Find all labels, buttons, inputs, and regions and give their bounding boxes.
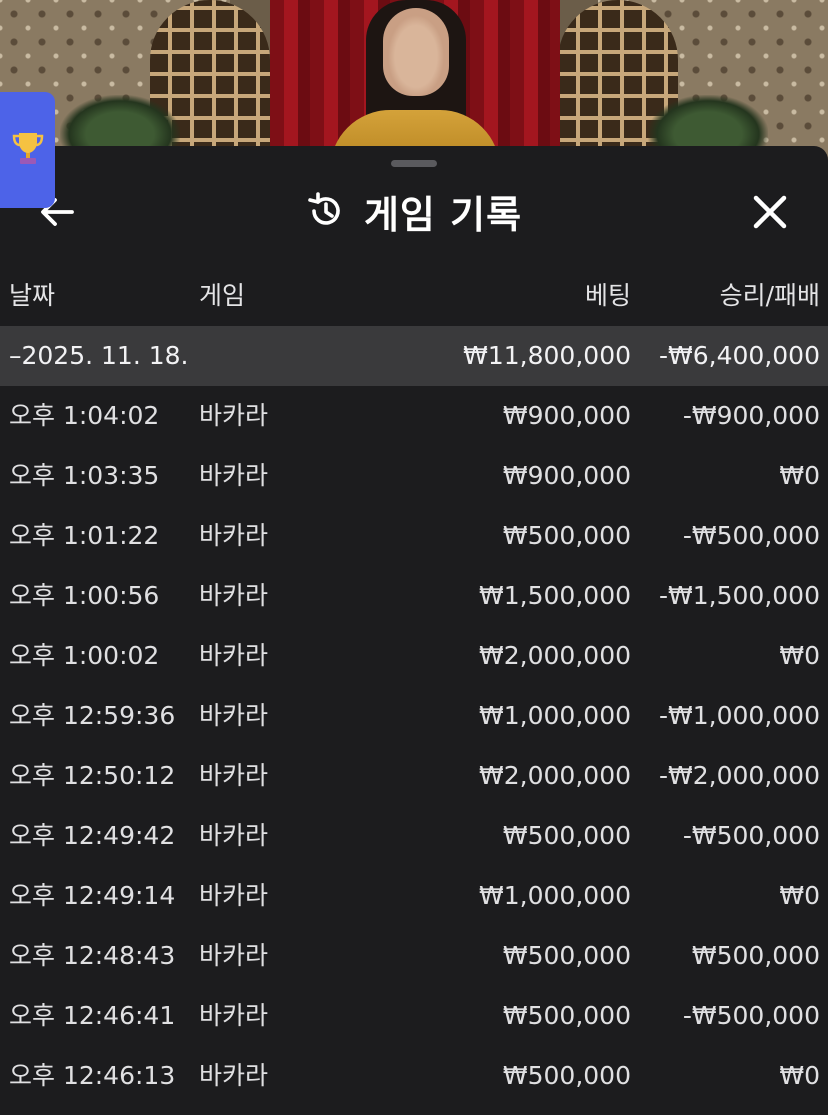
group-date: –2025. 11. 18.	[9, 341, 189, 370]
row-result: ₩0	[779, 881, 820, 910]
row-result: ₩0	[779, 641, 820, 670]
row-result: -₩500,000	[682, 1001, 820, 1030]
row-time: 오후 1:00:56	[9, 581, 160, 610]
table-row[interactable]: 오후 1:01:22 바카라 ₩500,000 -₩500,000	[0, 506, 828, 566]
row-bet: ₩2,000,000	[479, 641, 631, 670]
row-bet: ₩500,000	[502, 1061, 631, 1090]
row-time: 오후 12:49:14	[9, 881, 176, 910]
date-group-row[interactable]: –2025. 11. 18. ₩11,800,000 -₩6,400,000	[0, 326, 828, 386]
game-history-sheet: 게임 기록 날짜 게임 베팅 승리/패배 –2025. 11. 18. ₩11,…	[0, 146, 828, 1115]
row-game: 바카라	[199, 761, 269, 790]
sheet-header: 게임 기록	[0, 176, 828, 246]
row-result: -₩900,000	[682, 401, 820, 430]
row-bet: ₩1,500,000	[479, 581, 631, 610]
row-game: 바카라	[199, 461, 269, 490]
row-bet: ₩900,000	[502, 401, 631, 430]
trophy-button[interactable]	[0, 92, 55, 208]
row-game: 바카라	[199, 881, 269, 910]
row-game: 바카라	[199, 401, 269, 430]
sheet-grabber[interactable]	[391, 160, 437, 167]
column-header-date: 날짜	[9, 281, 56, 310]
table-row[interactable]: 오후 12:48:43 바카라 ₩500,000 ₩500,000	[0, 926, 828, 986]
table-row[interactable]: 오후 12:46:13 바카라 ₩500,000 ₩0	[0, 1046, 828, 1106]
group-result-total: -₩6,400,000	[659, 341, 820, 370]
column-header-bet: 베팅	[584, 281, 631, 310]
row-game: 바카라	[199, 941, 269, 970]
row-bet: ₩500,000	[502, 821, 631, 850]
row-game: 바카라	[199, 1001, 269, 1030]
row-result: -₩500,000	[682, 521, 820, 550]
live-video-feed	[0, 0, 828, 160]
row-result: ₩0	[779, 1061, 820, 1090]
table-row[interactable]: 오후 1:04:02 바카라 ₩900,000 -₩900,000	[0, 386, 828, 446]
page-title: 게임 기록	[363, 192, 523, 237]
row-time: 오후 12:50:12	[9, 761, 176, 790]
history-icon	[308, 192, 340, 225]
row-bet: ₩900,000	[502, 461, 631, 490]
row-time: 오후 12:49:42	[9, 821, 176, 850]
trophy-icon	[12, 133, 44, 164]
row-time: 오후 1:00:02	[9, 641, 160, 670]
row-time: 오후 1:03:35	[9, 461, 160, 490]
row-bet: ₩2,000,000	[479, 761, 631, 790]
table-row[interactable]: 오후 1:00:02 바카라 ₩2,000,000 ₩0	[0, 626, 828, 686]
table-row[interactable]: 오후 1:00:56 바카라 ₩1,500,000 -₩1,500,000	[0, 566, 828, 626]
row-game: 바카라	[199, 521, 269, 550]
row-bet: ₩500,000	[502, 1001, 631, 1030]
row-time: 오후 1:04:02	[9, 401, 160, 430]
row-result: -₩1,500,000	[659, 581, 820, 610]
row-bet: ₩500,000	[502, 941, 631, 970]
table-row[interactable]: 오후 12:46:41 바카라 ₩500,000 -₩500,000	[0, 986, 828, 1046]
group-bet-total: ₩11,800,000	[463, 341, 631, 370]
row-time: 오후 12:46:13	[9, 1061, 176, 1090]
row-time: 오후 12:59:36	[9, 701, 176, 730]
row-result: -₩2,000,000	[659, 761, 820, 790]
row-result: ₩0	[779, 461, 820, 490]
table-row[interactable]: 오후 12:50:12 바카라 ₩2,000,000 -₩2,000,000	[0, 746, 828, 806]
column-header-game: 게임	[199, 281, 246, 310]
row-game: 바카라	[199, 701, 269, 730]
row-bet: ₩1,000,000	[479, 881, 631, 910]
table-row[interactable]: 오후 12:49:14 바카라 ₩1,000,000 ₩0	[0, 866, 828, 926]
row-game: 바카라	[199, 1061, 269, 1090]
row-time: 오후 1:01:22	[9, 521, 160, 550]
row-game: 바카라	[199, 821, 269, 850]
table-row[interactable]: 오후 12:49:42 바카라 ₩500,000 -₩500,000	[0, 806, 828, 866]
row-bet: ₩500,000	[502, 521, 631, 550]
row-game: 바카라	[199, 641, 269, 670]
row-result: ₩500,000	[691, 941, 820, 970]
row-result: -₩500,000	[682, 821, 820, 850]
row-game: 바카라	[199, 581, 269, 610]
table-header: 날짜 게임 베팅 승리/패배	[0, 266, 828, 326]
table-row[interactable]: 오후 1:03:35 바카라 ₩900,000 ₩0	[0, 446, 828, 506]
row-result: -₩1,000,000	[659, 701, 820, 730]
row-time: 오후 12:46:41	[9, 1001, 176, 1030]
column-header-result: 승리/패배	[719, 281, 820, 310]
row-bet: ₩1,000,000	[479, 701, 631, 730]
close-button[interactable]	[748, 190, 792, 234]
close-icon	[753, 195, 787, 229]
row-time: 오후 12:48:43	[9, 941, 176, 970]
app-screen: 게임 기록 날짜 게임 베팅 승리/패배 –2025. 11. 18. ₩11,…	[0, 0, 828, 1115]
table-row[interactable]: 오후 12:59:36 바카라 ₩1,000,000 -₩1,000,000	[0, 686, 828, 746]
